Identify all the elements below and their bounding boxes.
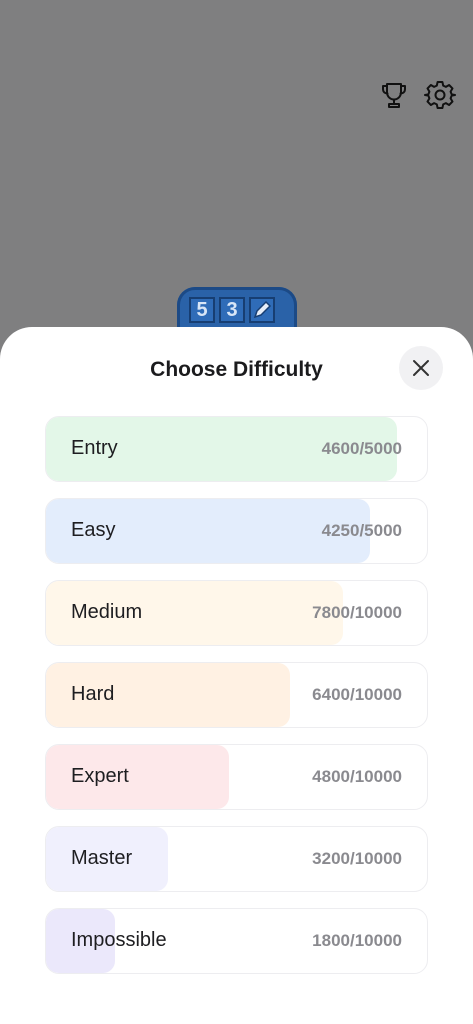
trophy-icon: [382, 83, 406, 108]
difficulty-option-master[interactable]: Master 3200/10000: [45, 826, 428, 892]
difficulty-score: 4250/5000: [321, 521, 402, 540]
difficulty-score: 7800/10000: [312, 603, 402, 622]
logo-pencil-cell: [249, 297, 275, 323]
difficulty-label: Easy: [71, 519, 116, 541]
pencil-icon: [253, 300, 272, 319]
logo-digit: 5: [189, 297, 215, 323]
difficulty-label: Expert: [71, 765, 129, 787]
difficulty-label: Master: [71, 847, 133, 869]
gear-icon: [424, 81, 456, 109]
difficulty-label: Entry: [71, 437, 118, 459]
difficulty-option-expert[interactable]: Expert 4800/10000: [45, 744, 428, 810]
logo-digit: 3: [219, 297, 245, 323]
difficulty-score: 6400/10000: [312, 685, 402, 704]
settings-button[interactable]: [423, 78, 457, 112]
close-button[interactable]: [399, 346, 443, 390]
difficulty-option-entry[interactable]: Entry 4600/5000: [45, 416, 428, 482]
difficulty-score: 4600/5000: [321, 439, 402, 458]
difficulty-label: Hard: [71, 683, 115, 705]
close-icon: [413, 360, 429, 376]
difficulty-label: Impossible: [71, 929, 167, 951]
difficulty-score: 1800/10000: [312, 931, 402, 950]
difficulty-option-impossible[interactable]: Impossible 1800/10000: [45, 908, 428, 974]
difficulty-sheet: Choose Difficulty Entry 4600/5000 Easy 4…: [0, 327, 473, 1024]
difficulty-label: Medium: [71, 601, 143, 623]
difficulty-option-easy[interactable]: Easy 4250/5000: [45, 498, 428, 564]
difficulty-score: 4800/10000: [312, 767, 402, 786]
trophy-button[interactable]: [377, 78, 411, 112]
difficulty-score: 3200/10000: [312, 849, 402, 868]
app-screen: 5 3 Choose Difficulty Entry 4600/5000 Ea…: [0, 0, 473, 1024]
difficulty-option-medium[interactable]: Medium 7800/10000: [45, 580, 428, 646]
top-toolbar: [377, 78, 457, 112]
difficulty-list: Entry 4600/5000 Easy 4250/5000 Medium 78…: [45, 416, 428, 990]
logo-grid: 5 3: [189, 297, 275, 323]
difficulty-option-hard[interactable]: Hard 6400/10000: [45, 662, 428, 728]
